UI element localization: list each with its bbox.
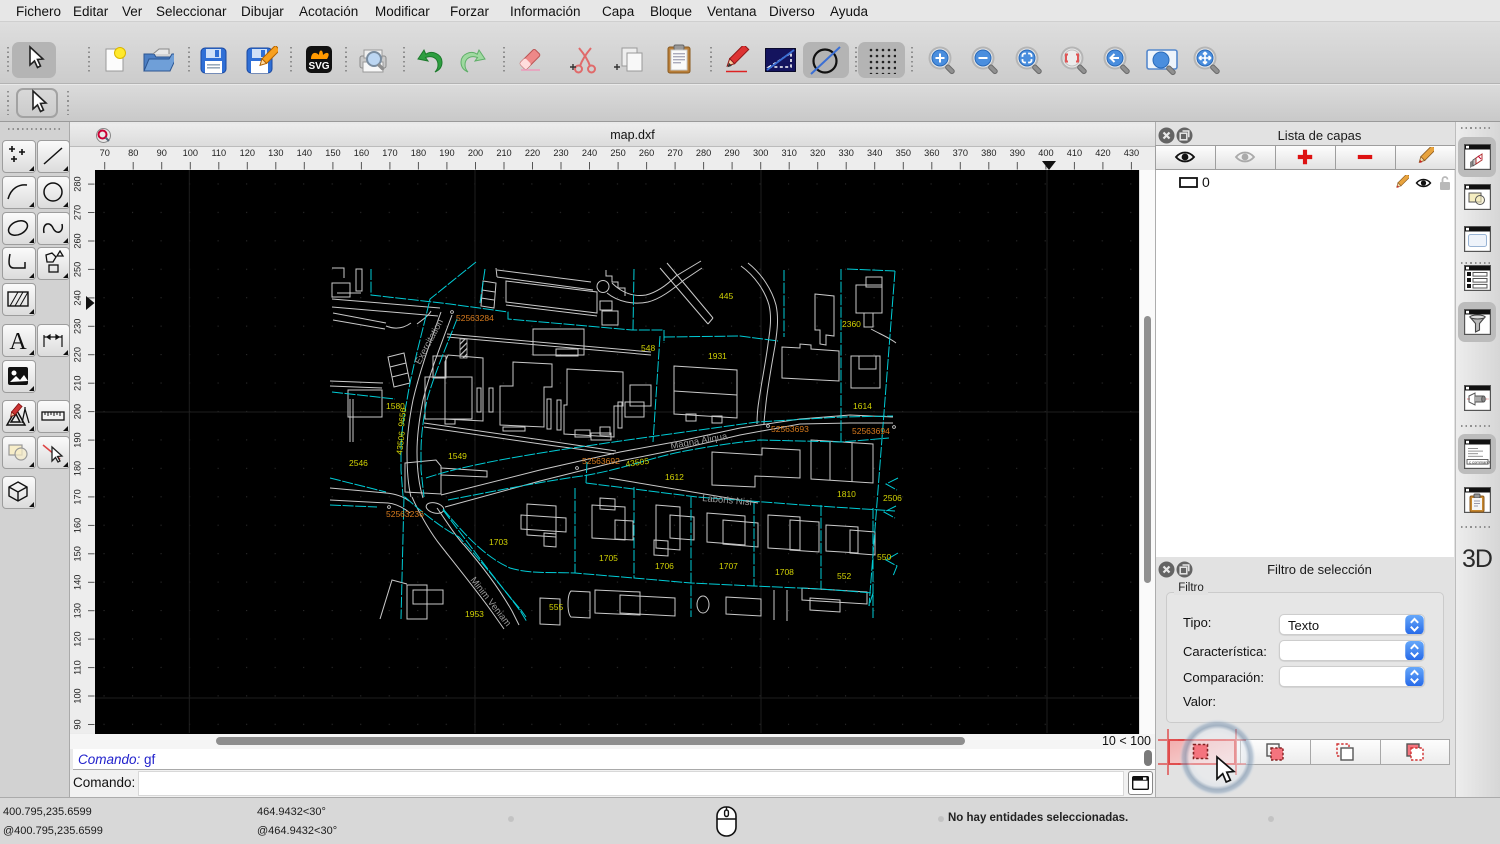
svg-text:420: 420: [1095, 148, 1110, 158]
svg-text:160: 160: [354, 148, 369, 158]
svg-text:c command: c command: [1469, 459, 1490, 464]
svg-text:555: 555: [549, 602, 563, 612]
svg-text:250: 250: [73, 262, 83, 277]
svg-text:190: 190: [439, 148, 454, 158]
svg-text:310: 310: [782, 148, 797, 158]
svg-text:150: 150: [325, 148, 340, 158]
svg-text:1706: 1706: [655, 561, 674, 571]
svg-text:200: 200: [468, 148, 483, 158]
svg-text:2546: 2546: [349, 458, 368, 468]
svg-text:445: 445: [719, 291, 733, 301]
svg-text:100: 100: [73, 688, 83, 703]
svg-text:180: 180: [411, 148, 426, 158]
svg-text:110: 110: [211, 148, 226, 158]
svg-text:1705: 1705: [599, 553, 618, 563]
svg-text:380: 380: [981, 148, 996, 158]
svg-text:260: 260: [73, 233, 83, 248]
svg-text:260: 260: [639, 148, 654, 158]
svg-text:1953: 1953: [465, 609, 484, 619]
svg-text:170: 170: [382, 148, 397, 158]
svg-text:230: 230: [73, 319, 83, 334]
svg-text:2360: 2360: [842, 319, 861, 329]
svg-text:140: 140: [297, 148, 312, 158]
svg-text:100: 100: [183, 148, 198, 158]
svg-text:160: 160: [73, 518, 83, 533]
svg-text:1931: 1931: [708, 351, 727, 361]
svg-text:1707: 1707: [719, 561, 738, 571]
svg-text:200: 200: [73, 404, 83, 419]
svg-text:1612: 1612: [665, 472, 684, 482]
svg-text:1614: 1614: [853, 401, 872, 411]
svg-text:110: 110: [73, 660, 83, 675]
svg-text:SVG: SVG: [308, 61, 329, 72]
svg-text:430: 430: [1124, 148, 1139, 158]
svg-text:270: 270: [73, 205, 83, 220]
svg-text:52563693: 52563693: [771, 424, 809, 434]
svg-text:280: 280: [696, 148, 711, 158]
svg-text:90: 90: [73, 719, 83, 729]
svg-text:130: 130: [73, 603, 83, 618]
svg-text:410: 410: [1067, 148, 1082, 158]
svg-text:360: 360: [924, 148, 939, 158]
svg-text:120: 120: [73, 631, 83, 646]
svg-text:52563236: 52563236: [386, 509, 424, 519]
svg-text:230: 230: [553, 148, 568, 158]
svg-text:130: 130: [268, 148, 283, 158]
svg-text:140: 140: [73, 575, 83, 590]
svg-text:250: 250: [610, 148, 625, 158]
svg-text:240: 240: [73, 290, 83, 305]
svg-text:52563284: 52563284: [456, 313, 494, 323]
svg-text:1549: 1549: [448, 451, 467, 461]
svg-text:270: 270: [667, 148, 682, 158]
svg-text:120: 120: [240, 148, 255, 158]
svg-text:A: A: [9, 329, 27, 354]
svg-text:52563694: 52563694: [852, 426, 890, 436]
svg-text:70: 70: [100, 148, 110, 158]
svg-text:400: 400: [1038, 148, 1053, 158]
svg-text:548: 548: [641, 343, 655, 353]
svg-text:2506: 2506: [883, 493, 902, 503]
svg-text:390: 390: [1010, 148, 1025, 158]
svg-text:150: 150: [73, 546, 83, 561]
svg-text:180: 180: [73, 461, 83, 476]
svg-text:1810: 1810: [837, 489, 856, 499]
svg-text:90: 90: [157, 148, 167, 158]
svg-text:80: 80: [128, 148, 138, 158]
svg-text:170: 170: [73, 489, 83, 504]
svg-text:210: 210: [73, 376, 83, 391]
svg-text:240: 240: [582, 148, 597, 158]
svg-text:1703: 1703: [489, 537, 508, 547]
svg-text:280: 280: [73, 176, 83, 191]
svg-text:210: 210: [496, 148, 511, 158]
svg-text:300: 300: [753, 148, 768, 158]
svg-text:320: 320: [810, 148, 825, 158]
svg-text:340: 340: [867, 148, 882, 158]
svg-text:1708: 1708: [775, 567, 794, 577]
svg-text:52563692: 52563692: [582, 456, 620, 466]
svg-text:220: 220: [525, 148, 540, 158]
svg-text:290: 290: [724, 148, 739, 158]
svg-text:330: 330: [839, 148, 854, 158]
svg-text:220: 220: [73, 347, 83, 362]
svg-text:190: 190: [73, 432, 83, 447]
svg-text:552: 552: [837, 571, 851, 581]
svg-text:370: 370: [953, 148, 968, 158]
svg-text:350: 350: [896, 148, 911, 158]
svg-text:550: 550: [877, 552, 891, 562]
